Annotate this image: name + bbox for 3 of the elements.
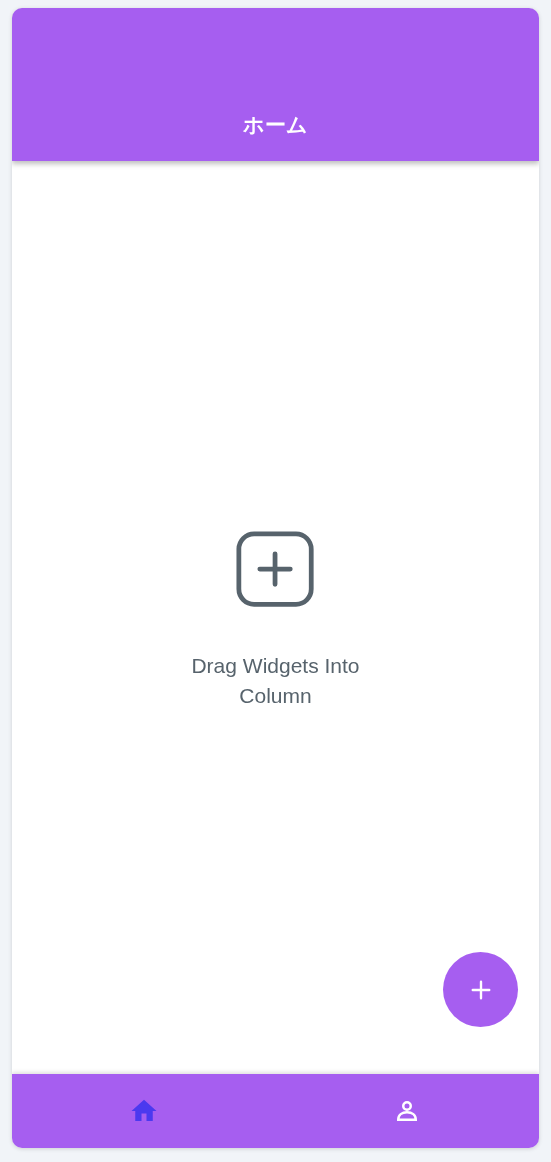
- page-title: ホーム: [243, 112, 308, 139]
- plus-icon: [469, 978, 492, 1001]
- empty-message: Drag Widgets Into Column: [190, 652, 361, 709]
